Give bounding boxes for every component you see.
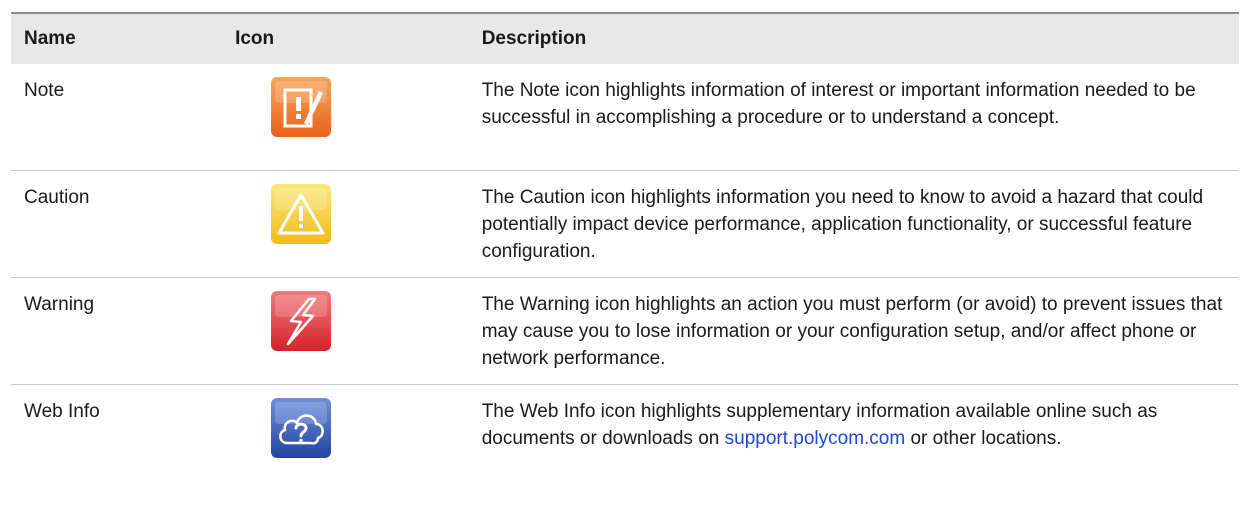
row-icon-cell [222,385,469,492]
header-description: Description [468,12,1239,64]
icon-legend-table: Name Icon Description Note The Note icon… [11,12,1239,491]
row-description: The Warning icon highlights an action yo… [468,277,1239,385]
row-name: Caution [11,170,223,278]
row-name: Web Info [24,401,100,422]
caution-icon [271,184,332,244]
row-description: The Caution icon highlights information … [468,170,1239,278]
description-text: or other locations. [905,428,1062,449]
row-icon-cell [222,64,469,171]
web-info-icon [271,398,332,458]
table-row: Caution The Caution icon highlights info… [11,170,1239,278]
table-row: Warning The Warning icon highlights an a… [11,277,1239,385]
table-header-row: Name Icon Description [11,12,1239,64]
support-link[interactable]: support.polycom.com [725,428,906,449]
note-icon [271,77,332,137]
header-icon: Icon [222,12,469,64]
row-icon-cell [222,277,469,385]
warning-icon [271,291,332,351]
row-name: Warning [11,277,223,385]
row-description: The Note icon highlights information of … [468,64,1239,171]
header-name: Name [11,12,223,64]
row-icon-cell [222,170,469,278]
row-name: Note [11,64,223,171]
row-description: The Web Info icon highlights supplementa… [469,385,1239,492]
table-row: Note The Note icon highlights informatio… [11,64,1239,171]
table-row: Web Info The Web Info icon highlights su… [11,385,1239,492]
